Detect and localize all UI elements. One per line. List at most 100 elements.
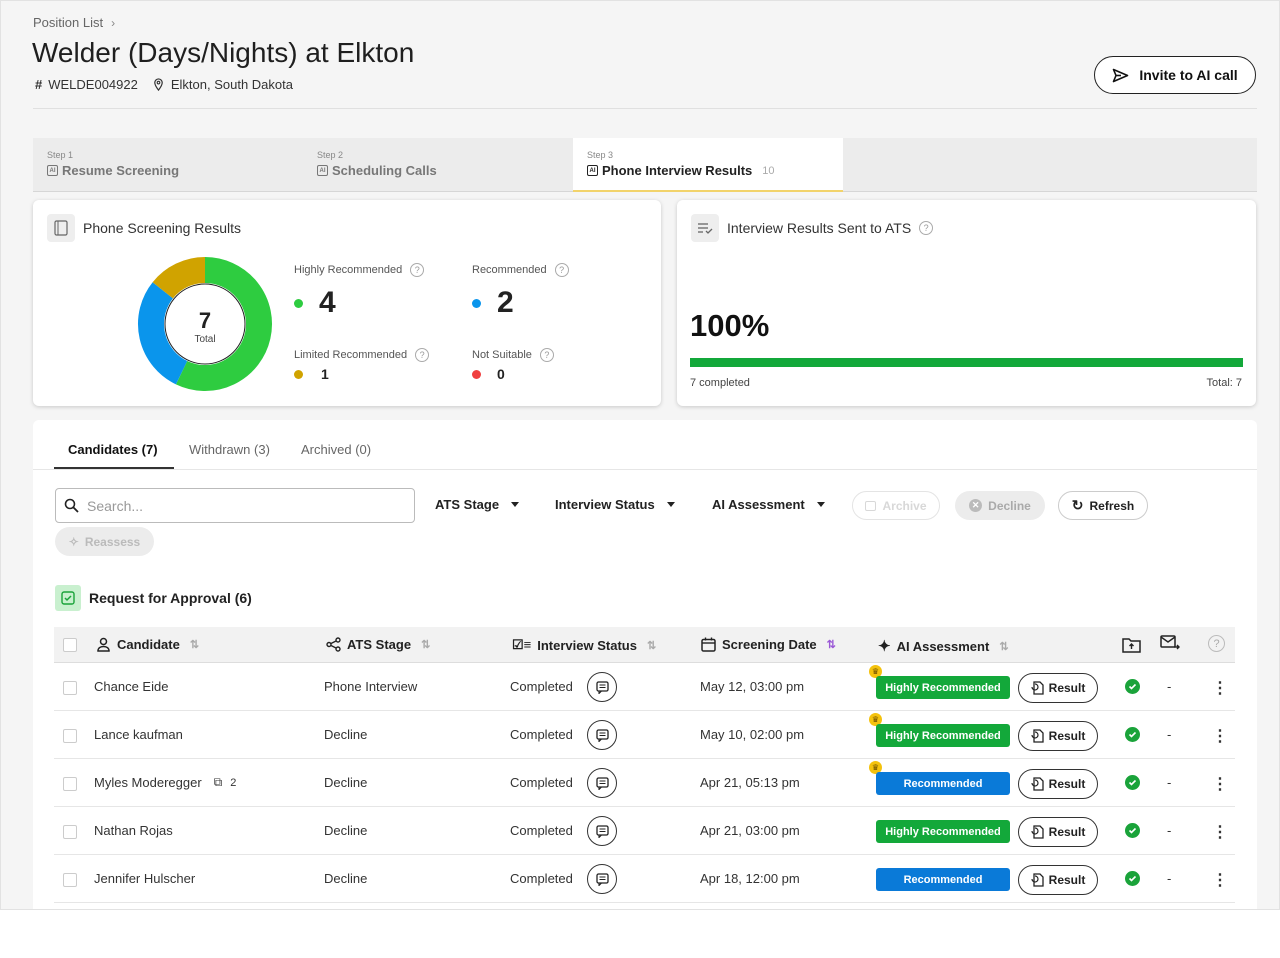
- mail-send-icon[interactable]: [1160, 635, 1180, 656]
- result-button[interactable]: Result: [1018, 721, 1098, 751]
- column-candidate[interactable]: Candidate ⇅: [96, 637, 199, 652]
- candidate-cell[interactable]: Chance Eide: [94, 679, 168, 694]
- sort-icon[interactable]: ⇅: [421, 638, 430, 651]
- sort-icon[interactable]: ⇅: [190, 638, 199, 651]
- transcript-button[interactable]: [587, 672, 617, 702]
- table-row[interactable]: Myles Moderegger ⧉ 2 Decline Completed Ap…: [54, 759, 1235, 807]
- column-ats-stage[interactable]: ATS Stage ⇅: [326, 637, 430, 652]
- ai-assessment-filter[interactable]: AI Assessment: [712, 497, 825, 512]
- table-row[interactable]: Chance Eide Phone Interview Completed Ma…: [54, 663, 1235, 711]
- transcript-button[interactable]: [587, 720, 617, 750]
- check-circle-icon: [1125, 775, 1140, 790]
- step-scheduling-calls[interactable]: Step 2 AI Scheduling Calls: [303, 138, 573, 192]
- transcript-button[interactable]: [587, 768, 617, 798]
- tab-candidates[interactable]: Candidates (7): [68, 442, 158, 457]
- row-checkbox[interactable]: [63, 873, 77, 887]
- breadcrumb[interactable]: Position List ›: [33, 15, 115, 30]
- email-sent-cell: -: [1167, 823, 1172, 838]
- help-icon[interactable]: ?: [919, 221, 934, 235]
- help-icon[interactable]: ?: [554, 263, 569, 277]
- candidate-cell[interactable]: Myles Moderegger ⧉ 2: [94, 775, 236, 790]
- candidate-cell[interactable]: Jennifer Hulscher: [94, 871, 195, 886]
- candidate-name[interactable]: Jennifer Hulscher: [94, 871, 195, 886]
- row-checkbox[interactable]: [63, 825, 77, 839]
- label-text: Recommended: [472, 264, 547, 276]
- card-header: Phone Screening Results: [47, 214, 241, 242]
- help-icon[interactable]: ?: [539, 348, 554, 362]
- approval-label: Request for Approval (6): [89, 590, 252, 606]
- search-input[interactable]: Search...: [55, 488, 415, 523]
- limited-recommended-stat: 1: [294, 366, 329, 382]
- table-row[interactable]: Jennifer Hulscher Decline Completed Apr …: [54, 855, 1235, 903]
- invite-to-ai-call-button[interactable]: Invite to AI call: [1094, 56, 1256, 94]
- column-screening-date[interactable]: Screening Date ⇅: [701, 637, 836, 652]
- candidate-name[interactable]: Chance Eide: [94, 679, 168, 694]
- recommended-count: 2: [497, 286, 514, 319]
- donut-center: 7 Total: [173, 308, 237, 345]
- candidate-cell[interactable]: Nathan Rojas: [94, 823, 173, 838]
- column-ai-assessment[interactable]: ✦ AI Assessment ⇅: [878, 637, 1009, 655]
- result-button[interactable]: Result: [1018, 673, 1098, 703]
- ai-assessment-badge: Highly Recommended: [876, 676, 1010, 699]
- select-all-checkbox[interactable]: [63, 638, 77, 652]
- refresh-button[interactable]: ↻ Refresh: [1058, 491, 1148, 520]
- yellow-dot-icon: [294, 369, 303, 379]
- row-checkbox[interactable]: [63, 777, 77, 791]
- column-interview-status[interactable]: ☑≡ Interview Status ⇅: [512, 637, 656, 653]
- sort-icon[interactable]: ⇅: [999, 640, 1008, 653]
- message-icon: [595, 728, 609, 742]
- label-text: Not Suitable: [472, 349, 532, 361]
- help-icon[interactable]: ?: [1208, 635, 1225, 652]
- transcript-button[interactable]: [587, 864, 617, 894]
- breadcrumb-position-list[interactable]: Position List: [33, 15, 103, 30]
- reassess-button[interactable]: ✧ Reassess: [55, 527, 154, 556]
- candidate-name[interactable]: Nathan Rojas: [94, 823, 173, 838]
- tab-archived[interactable]: Archived (0): [301, 442, 371, 457]
- recommended-stat: 2: [472, 286, 514, 320]
- row-checkbox[interactable]: [63, 729, 77, 743]
- label-text: Limited Recommended: [294, 349, 408, 361]
- ats-stage-filter[interactable]: ATS Stage: [435, 497, 520, 512]
- help-icon[interactable]: ?: [410, 263, 425, 277]
- column-label: Interview Status: [537, 637, 637, 653]
- result-button[interactable]: Result: [1018, 769, 1098, 799]
- table-row[interactable]: Nathan Rojas Decline Completed Apr 21, 0…: [54, 807, 1235, 855]
- ai-icon: AI: [317, 165, 328, 176]
- card-title: Phone Screening Results: [83, 220, 241, 236]
- button-label: Decline: [988, 498, 1031, 513]
- candidate-name[interactable]: Lance kaufman: [94, 727, 183, 742]
- decline-button[interactable]: ✕ Decline: [955, 491, 1045, 520]
- close-circle-icon: ✕: [969, 499, 983, 512]
- step-phone-interview-results[interactable]: Step 3 AI Phone Interview Results 10: [573, 138, 843, 192]
- more-options-icon[interactable]: ⋮: [1212, 870, 1228, 890]
- step-number: Step 2: [317, 150, 344, 160]
- result-button[interactable]: Result: [1018, 865, 1098, 895]
- more-options-icon[interactable]: ⋮: [1212, 822, 1228, 842]
- help-icon[interactable]: ?: [415, 348, 430, 362]
- result-button[interactable]: Result: [1018, 817, 1098, 847]
- candidate-cell[interactable]: Lance kaufman: [94, 727, 183, 742]
- archive-button[interactable]: Archive: [852, 491, 940, 520]
- table-header: Candidate ⇅ ATS Stage ⇅ ☑≡ Interview Statu…: [54, 627, 1235, 663]
- interview-status-cell: Completed: [510, 679, 573, 694]
- more-options-icon[interactable]: ⋮: [1212, 726, 1228, 746]
- upload-folder-icon[interactable]: [1122, 636, 1141, 658]
- more-options-icon[interactable]: ⋮: [1212, 678, 1228, 698]
- more-options-icon[interactable]: ⋮: [1212, 774, 1228, 794]
- step-resume-screening[interactable]: Step 1 AI Resume Screening: [33, 138, 303, 192]
- transcript-button[interactable]: [587, 816, 617, 846]
- sort-icon[interactable]: ⇅: [647, 639, 656, 652]
- interview-status-filter[interactable]: Interview Status: [555, 497, 675, 512]
- search-placeholder: Search...: [87, 497, 144, 514]
- check-circle-icon: [1125, 823, 1140, 838]
- tab-withdrawn[interactable]: Withdrawn (3): [189, 442, 270, 457]
- table-row[interactable]: Lance kaufman Decline Completed May 10, …: [54, 711, 1235, 759]
- row-checkbox[interactable]: [63, 681, 77, 695]
- interview-status-cell: Completed: [510, 823, 573, 838]
- screening-date-cell: May 12, 03:00 pm: [700, 679, 805, 694]
- limited-recommended-label: Limited Recommended?: [294, 348, 430, 362]
- sort-icon[interactable]: ⇅: [827, 638, 836, 651]
- ai-assessment-badge: Recommended: [876, 868, 1010, 891]
- result-label: Result: [1048, 825, 1086, 839]
- candidate-name[interactable]: Myles Moderegger: [94, 775, 202, 790]
